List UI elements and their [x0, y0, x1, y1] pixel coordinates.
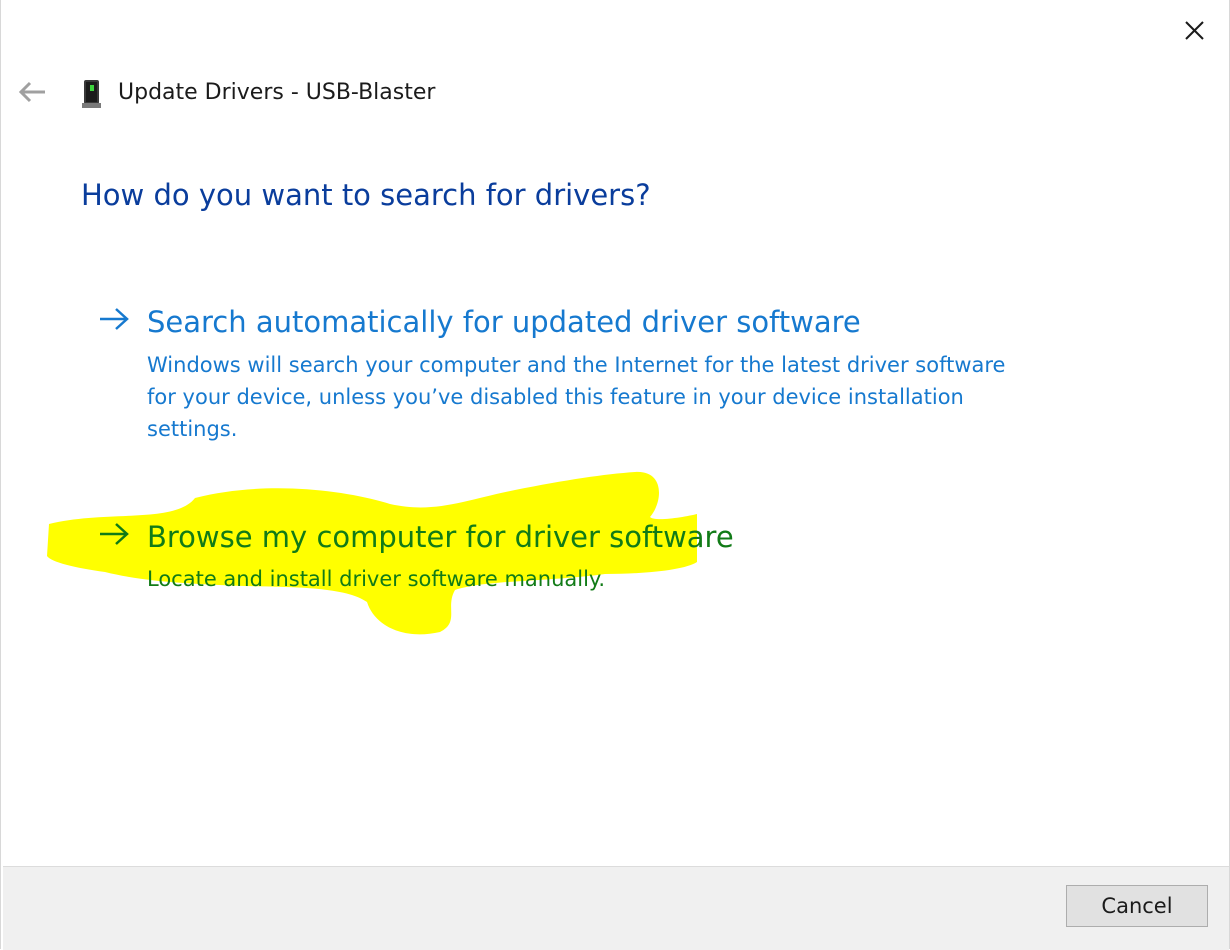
close-button[interactable] [1169, 12, 1219, 52]
dialog-footer: Cancel [3, 866, 1229, 950]
close-icon [1185, 21, 1204, 40]
back-arrow-icon [18, 81, 45, 103]
arrow-right-icon [100, 308, 129, 330]
update-drivers-window: Update Drivers - USB-Blaster How do you … [0, 0, 1230, 950]
browse-computer-option[interactable]: Browse my computer for driver software L… [97, 518, 734, 598]
window-title: Update Drivers - USB-Blaster [118, 80, 436, 105]
arrow-right-icon [100, 523, 129, 545]
option-title: Browse my computer for driver software [147, 520, 734, 554]
cancel-button[interactable]: Cancel [1066, 885, 1208, 927]
page-heading: How do you want to search for drivers? [81, 178, 651, 212]
option-description: Locate and install driver software manua… [147, 567, 606, 591]
search-automatically-option[interactable]: Search automatically for updated driver … [97, 303, 1017, 448]
option-title: Search automatically for updated driver … [147, 305, 861, 339]
option-description: Windows will search your computer and th… [147, 353, 1006, 441]
back-button[interactable] [17, 78, 49, 106]
usb-device-icon [81, 79, 103, 109]
